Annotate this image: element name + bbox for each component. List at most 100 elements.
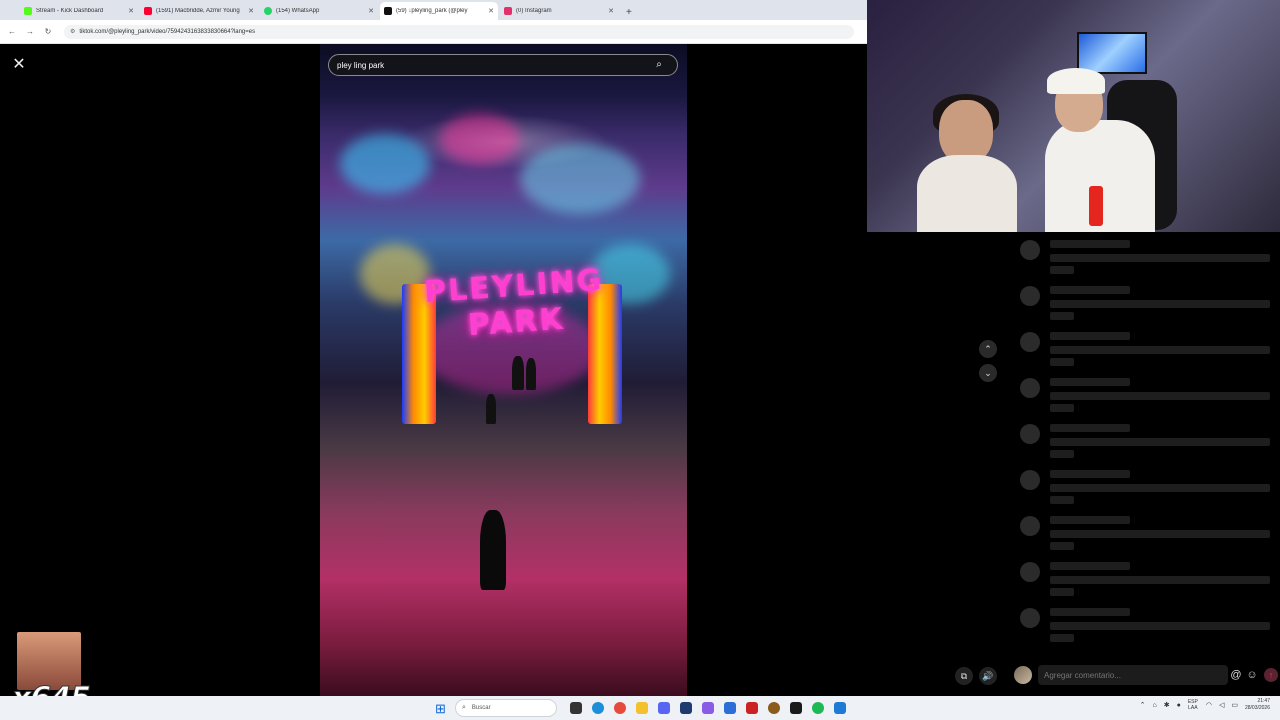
- terminal-icon[interactable]: [790, 702, 802, 714]
- video-player[interactable]: PLEYLING PARK pley ling park ⌕: [320, 44, 687, 696]
- kick-favicon-icon: [24, 7, 32, 15]
- tab-whatsapp[interactable]: (154) WhatsApp ✕: [260, 2, 378, 20]
- comment-text-placeholder: [1050, 358, 1074, 366]
- comment-skeleton-row: [1020, 516, 1280, 556]
- comment-text-placeholder: [1050, 346, 1270, 354]
- comment-text-placeholder: [1050, 266, 1074, 274]
- bluetooth-icon[interactable]: ✱: [1164, 701, 1170, 709]
- comment-skeleton-row: [1020, 562, 1280, 602]
- new-tab-button[interactable]: +: [626, 7, 632, 18]
- mention-icon[interactable]: @: [1228, 669, 1244, 681]
- post-comment-icon[interactable]: ↑: [1264, 668, 1278, 682]
- clock[interactable]: 21:47 28/03/2026: [1245, 698, 1270, 712]
- language-indicator[interactable]: ESP LAA: [1188, 699, 1198, 711]
- wifi-icon[interactable]: ◠: [1206, 701, 1212, 709]
- volume-icon[interactable]: 🔊: [979, 667, 997, 685]
- tiktok-favicon-icon: [384, 7, 392, 15]
- comment-text-placeholder: [1050, 588, 1074, 596]
- red-cup: [1089, 186, 1103, 226]
- browser-tab-bar: Stream - Kick Dashboard ✕ (1591) Macbrid…: [0, 0, 867, 20]
- tab-close-icon[interactable]: ✕: [368, 7, 374, 15]
- comment-text-placeholder: [1050, 542, 1074, 550]
- comment-skeleton-row: [1020, 470, 1280, 510]
- app-icon[interactable]: [834, 702, 846, 714]
- taskbar-search[interactable]: ⌕ Buscar: [455, 699, 557, 717]
- reload-icon[interactable]: ↻: [42, 27, 54, 36]
- mic-icon[interactable]: ●: [1177, 702, 1181, 709]
- comment-text-placeholder: [1050, 608, 1130, 616]
- tab-instagram[interactable]: (0) Instagram ✕: [500, 2, 618, 20]
- video-viewer: ✕ PLEYLING PARK pley ling park ⌕ ⌃ ⌄: [0, 44, 997, 696]
- app-icon[interactable]: [680, 702, 692, 714]
- battery-icon[interactable]: ▭: [1231, 701, 1238, 709]
- media-controls: ⧉ 🔊: [955, 667, 1003, 685]
- comment-skeleton-row: [1020, 332, 1280, 372]
- comment-bar: @ ☺ ↑: [1010, 664, 1280, 686]
- chrome-icon[interactable]: [614, 702, 626, 714]
- monitor-screen: [1077, 32, 1147, 74]
- windows-start-icon[interactable]: ⊞: [435, 701, 446, 717]
- spotify-icon[interactable]: [812, 702, 824, 714]
- close-icon[interactable]: ✕: [10, 56, 28, 74]
- tab-youtube[interactable]: (1591) Macbridde, Azmir Young ✕: [140, 2, 258, 20]
- comment-text-placeholder: [1050, 312, 1074, 320]
- url-text: tiktok.com/@pleyling_park/video/75942431…: [79, 28, 256, 35]
- whatsapp-favicon-icon: [264, 7, 272, 15]
- back-icon[interactable]: ←: [6, 27, 18, 36]
- comment-text-placeholder: [1050, 332, 1130, 340]
- search-icon[interactable]: ⌕: [649, 55, 669, 75]
- site-info-icon[interactable]: ⚙: [70, 28, 75, 35]
- discord-icon[interactable]: [658, 702, 670, 714]
- comment-text-placeholder: [1050, 450, 1074, 458]
- store-icon[interactable]: [724, 702, 736, 714]
- comment-avatar-placeholder: [1020, 516, 1040, 536]
- tab-label: Stream - Kick Dashboard: [36, 8, 104, 14]
- comment-input[interactable]: [1038, 665, 1228, 685]
- app-icon[interactable]: [746, 702, 758, 714]
- file-explorer-icon[interactable]: [636, 702, 648, 714]
- tab-close-icon[interactable]: ✕: [128, 7, 134, 15]
- taskbar-search-label: Buscar: [471, 705, 491, 711]
- time: 21:47: [1257, 698, 1270, 704]
- copilot-icon[interactable]: [702, 702, 714, 714]
- app-icon[interactable]: [768, 702, 780, 714]
- search-bar[interactable]: pley ling park ⌕: [328, 54, 678, 76]
- comment-avatar-placeholder: [1020, 562, 1040, 582]
- emoji-icon[interactable]: ☺: [1244, 669, 1260, 681]
- taskview-icon[interactable]: [570, 702, 582, 714]
- volume-icon[interactable]: ◁: [1219, 701, 1224, 709]
- tab-tiktok[interactable]: (59) ↓pleyling_park (@pley ✕: [380, 2, 498, 20]
- tab-close-icon[interactable]: ✕: [248, 7, 254, 15]
- comment-text-placeholder: [1050, 496, 1074, 504]
- next-video-button[interactable]: ⌄: [979, 364, 997, 382]
- tab-close-icon[interactable]: ✕: [608, 7, 614, 15]
- chevron-up-icon[interactable]: ⌃: [1140, 701, 1146, 709]
- search-input[interactable]: pley ling park: [337, 61, 649, 70]
- person-1-body: [917, 155, 1017, 232]
- previous-video-button[interactable]: ⌃: [979, 340, 997, 358]
- comment-text-placeholder: [1050, 470, 1130, 478]
- comment-avatar-placeholder: [1020, 286, 1040, 306]
- url-field[interactable]: ⚙ tiktok.com/@pleyling_park/video/759424…: [64, 24, 854, 39]
- network-icon[interactable]: ⌂: [1152, 702, 1156, 709]
- system-tray: ⌃ ⌂ ✱ ● ESP LAA ◠ ◁ ▭ 21:47 28/03/2026: [1140, 698, 1270, 712]
- comment-text-placeholder: [1050, 634, 1074, 642]
- forward-icon[interactable]: →: [24, 27, 36, 36]
- comment-text-placeholder: [1050, 438, 1270, 446]
- comment-avatar-placeholder: [1020, 470, 1040, 490]
- comment-avatar-placeholder: [1020, 378, 1040, 398]
- picture-in-picture-icon[interactable]: ⧉: [955, 667, 973, 685]
- avatar: [1014, 666, 1032, 684]
- comment-skeleton-row: [1020, 608, 1280, 648]
- tab-label: (59) ↓pleyling_park (@pley: [396, 8, 468, 14]
- edge-icon[interactable]: [592, 702, 604, 714]
- tab-label: (1591) Macbridde, Azmir Young: [156, 8, 240, 14]
- comment-text-placeholder: [1050, 240, 1130, 248]
- comment-text-placeholder: [1050, 378, 1130, 386]
- tab-close-icon[interactable]: ✕: [488, 7, 494, 15]
- comment-skeleton-row: [1020, 378, 1280, 418]
- tab-kick-dashboard[interactable]: Stream - Kick Dashboard ✕: [20, 2, 138, 20]
- tab-label: (154) WhatsApp: [276, 8, 320, 14]
- streamer-webcam: [867, 0, 1280, 232]
- search-icon: ⌕: [462, 704, 466, 711]
